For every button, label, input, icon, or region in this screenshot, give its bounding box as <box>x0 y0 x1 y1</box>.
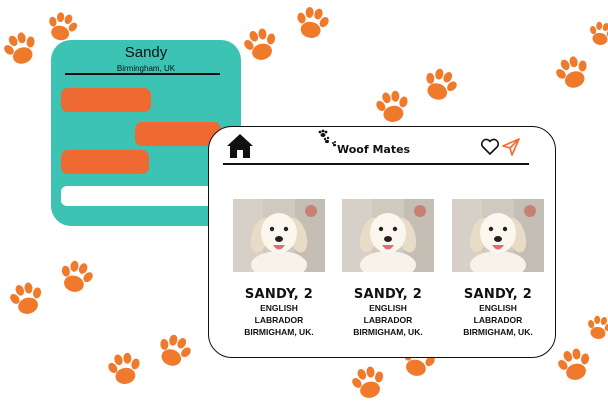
paw-print-icon <box>6 278 46 318</box>
app-logo: Woof Mates <box>317 129 410 159</box>
paw-print-icon <box>56 256 96 296</box>
dog-name-age: SANDY, 2 <box>244 287 314 302</box>
chat-message-bubble <box>61 88 151 112</box>
paw-print-icon <box>104 348 144 388</box>
dog-profile-card[interactable]: SANDY, 2 ENGLISH LABRADOR BIRMIGHAM, UK. <box>452 199 544 338</box>
paw-print-icon <box>554 344 594 384</box>
dog-breed-line1: ENGLISH <box>369 303 407 313</box>
dog-profile-card[interactable]: SANDY, 2 ENGLISH LABRADOR BIRMIGHAM, UK. <box>342 199 434 338</box>
dog-location: BIRMIGHAM, UK. <box>244 327 314 337</box>
dog-breed-line1: ENGLISH <box>479 303 517 313</box>
dog-browse-window: Woof Mates SANDY, 2 ENGLISH LABRADOR BIR… <box>208 126 556 358</box>
paw-print-icon <box>154 330 194 370</box>
header-divider <box>223 163 529 165</box>
home-icon[interactable] <box>226 133 254 159</box>
paw-print-icon <box>292 2 332 42</box>
send-icon[interactable] <box>502 138 520 156</box>
dog-profile-card[interactable]: SANDY, 2 ENGLISH LABRADOR BIRMIGHAM, UK. <box>233 199 325 338</box>
paw-print-icon <box>552 52 592 92</box>
chat-message-input[interactable] <box>61 186 231 206</box>
paw-print-icon <box>584 312 608 342</box>
paw-print-icon <box>348 362 388 402</box>
chat-divider <box>65 73 220 75</box>
dog-breed-line1: ENGLISH <box>260 303 298 313</box>
paw-print-icon <box>586 18 608 48</box>
dog-photo <box>233 199 325 272</box>
dog-photo <box>452 199 544 272</box>
heart-icon[interactable] <box>480 138 500 156</box>
dog-name-age: SANDY, 2 <box>353 287 423 302</box>
dog-breed-line2: LABRADOR <box>254 315 304 325</box>
chat-contact-name: Sandy <box>124 44 168 61</box>
dog-breed-line2: LABRADOR <box>363 315 413 325</box>
dog-location: BIRMIGHAM, UK. <box>463 327 533 337</box>
paw-print-icon <box>240 24 280 64</box>
chat-contact-location: Birmingham, UK <box>116 64 176 73</box>
dog-location: BIRMIGHAM, UK. <box>353 327 423 337</box>
paw-print-icon <box>44 8 80 44</box>
paw-print-icon <box>0 28 40 68</box>
dog-name-age: SANDY, 2 <box>463 287 533 302</box>
dog-breed-line2: LABRADOR <box>473 315 523 325</box>
paw-print-icon <box>372 86 412 126</box>
app-logo-text: Woof Mates <box>337 143 411 156</box>
chat-message-bubble <box>61 150 149 174</box>
dog-photo <box>342 199 434 272</box>
paw-print-icon <box>420 64 460 104</box>
